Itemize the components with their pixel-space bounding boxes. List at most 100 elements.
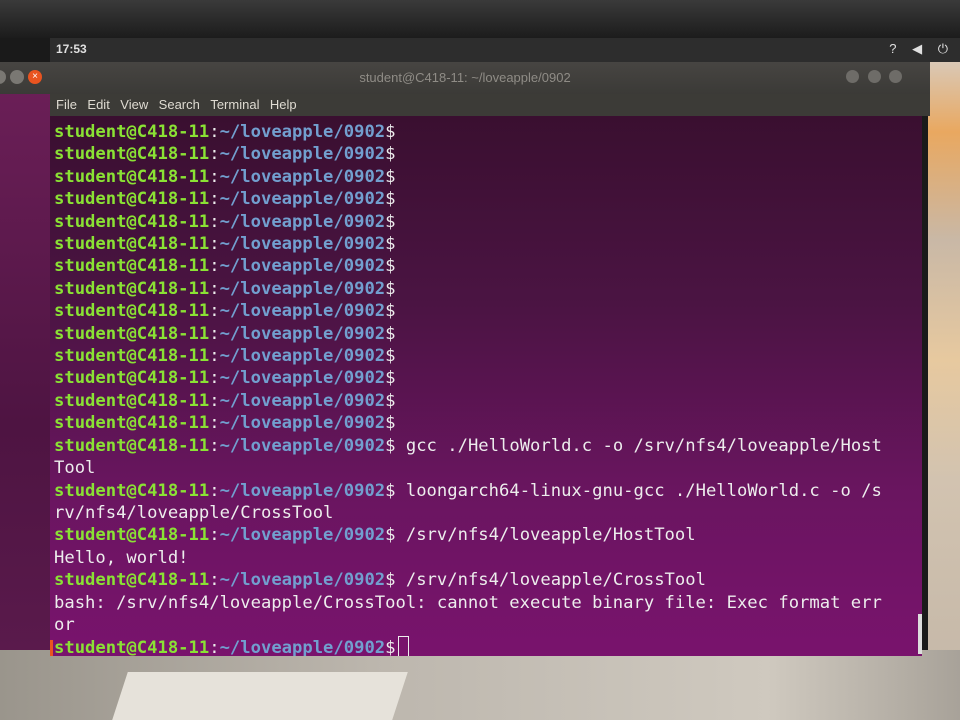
- prompt-separator: :: [209, 346, 220, 367]
- prompt-path: ~/loveapple/0902: [219, 189, 386, 210]
- output-line: rv/nfs4/loveapple/CrossTool: [54, 502, 334, 523]
- prompt-user: student@C418-11: [54, 189, 210, 210]
- prompt-line: student@C418-11:~/loveapple/0902$ gcc ./…: [54, 435, 916, 457]
- prompt-path: ~/loveapple/0902: [219, 144, 386, 165]
- prompt-line: student@C418-11:~/loveapple/0902$ loonga…: [54, 480, 916, 502]
- prompt-symbol: $: [385, 435, 396, 456]
- scrollbar[interactable]: [918, 614, 922, 654]
- prompt-user: student@C418-11: [54, 413, 210, 434]
- prompt-user: student@C418-11: [54, 368, 210, 389]
- desktop-top-bar: 17:53 ? ◀ ⏻: [50, 38, 960, 62]
- prompt-symbol: $: [385, 525, 396, 546]
- command-text: /srv/nfs4/loveapple/CrossTool: [395, 570, 706, 591]
- prompt-user: student@C418-11: [54, 525, 210, 546]
- terminal-area[interactable]: student@C418-11:~/loveapple/0902$ student…: [50, 116, 922, 656]
- line-marker: [50, 640, 53, 656]
- menu-edit[interactable]: Edit: [87, 94, 109, 116]
- prompt-path: ~/loveapple/0902: [219, 480, 386, 501]
- prompt-path: ~/loveapple/0902: [219, 234, 386, 255]
- prompt-separator: :: [209, 570, 220, 591]
- prompt-user: student@C418-11: [54, 435, 210, 456]
- prompt-line: student@C418-11:~/loveapple/0902$: [54, 121, 916, 143]
- command-text: gcc ./HelloWorld.c -o /srv/nfs4/loveappl…: [395, 435, 882, 456]
- menu-search[interactable]: Search: [159, 94, 200, 116]
- prompt-separator: :: [209, 301, 220, 322]
- menu-terminal[interactable]: Terminal: [210, 94, 259, 116]
- prompt-line: student@C418-11:~/loveapple/0902$: [54, 188, 916, 210]
- output-line: Tool: [54, 458, 96, 479]
- menu-file[interactable]: File: [56, 94, 77, 116]
- prompt-line: student@C418-11:~/loveapple/0902$: [54, 390, 916, 412]
- background-left: [0, 84, 50, 654]
- prompt-symbol: $: [385, 234, 396, 255]
- prompt-separator: :: [209, 638, 220, 656]
- terminal-output: student@C418-11:~/loveapple/0902$ student…: [54, 121, 916, 656]
- system-tray-icons[interactable]: ? ◀ ⏻: [889, 41, 954, 57]
- prompt-user: student@C418-11: [54, 211, 210, 232]
- prompt-user: student@C418-11: [54, 256, 210, 277]
- prompt-line: student@C418-11:~/loveapple/0902$: [54, 412, 916, 434]
- prompt-path: ~/loveapple/0902: [219, 638, 386, 656]
- prompt-separator: :: [209, 256, 220, 277]
- prompt-user: student@C418-11: [54, 144, 210, 165]
- prompt-separator: :: [209, 390, 220, 411]
- prompt-path: ~/loveapple/0902: [219, 390, 386, 411]
- prompt-line: student@C418-11:~/loveapple/0902$: [54, 278, 916, 300]
- prompt-path: ~/loveapple/0902: [219, 525, 386, 546]
- prompt-separator: :: [209, 480, 220, 501]
- output-line: bash: /srv/nfs4/loveapple/CrossTool: can…: [54, 592, 882, 613]
- prompt-path: ~/loveapple/0902: [219, 256, 386, 277]
- window-control-icon[interactable]: [889, 70, 902, 83]
- prompt-user: student@C418-11: [54, 638, 210, 656]
- prompt-user: student@C418-11: [54, 323, 210, 344]
- prompt-separator: :: [209, 368, 220, 389]
- monitor-bezel: [0, 0, 960, 38]
- window-control-icon[interactable]: [867, 70, 881, 83]
- menu-view[interactable]: View: [120, 94, 148, 116]
- prompt-symbol: $: [385, 166, 396, 187]
- prompt-user: student@C418-11: [54, 278, 210, 299]
- prompt-symbol: $: [385, 346, 396, 367]
- menu-help[interactable]: Help: [270, 94, 297, 116]
- prompt-line: student@C418-11:~/loveapple/0902$: [54, 636, 916, 656]
- output-line: Hello, world!: [54, 547, 189, 568]
- prompt-separator: :: [209, 189, 220, 210]
- prompt-user: student@C418-11: [54, 122, 210, 142]
- prompt-path: ~/loveapple/0902: [219, 413, 386, 434]
- window-control-icon[interactable]: [846, 70, 860, 83]
- prompt-separator: :: [209, 166, 220, 187]
- prompt-line: student@C418-11:~/loveapple/0902$: [54, 367, 916, 389]
- prompt-line: student@C418-11:~/loveapple/0902$: [54, 233, 916, 255]
- window-controls-right: [842, 70, 902, 88]
- prompt-path: ~/loveapple/0902: [219, 301, 386, 322]
- prompt-line: student@C418-11:~/loveapple/0902$: [54, 345, 916, 367]
- window-title: student@C418-11: ~/loveapple/0902: [359, 70, 571, 85]
- prompt-user: student@C418-11: [54, 301, 210, 322]
- prompt-line: student@C418-11:~/loveapple/0902$: [54, 143, 916, 165]
- prompt-symbol: $: [385, 301, 396, 322]
- prompt-user: student@C418-11: [54, 390, 210, 411]
- prompt-symbol: $: [385, 278, 396, 299]
- prompt-symbol: $: [385, 144, 396, 165]
- prompt-symbol: $: [385, 189, 396, 210]
- prompt-symbol: $: [385, 480, 396, 501]
- prompt-separator: :: [209, 211, 220, 232]
- prompt-user: student@C418-11: [54, 166, 210, 187]
- prompt-separator: :: [209, 122, 220, 142]
- cursor: [397, 636, 409, 656]
- prompt-path: ~/loveapple/0902: [219, 211, 386, 232]
- clock[interactable]: 17:53: [56, 42, 87, 56]
- prompt-separator: :: [209, 144, 220, 165]
- prompt-path: ~/loveapple/0902: [219, 122, 386, 142]
- prompt-line: student@C418-11:~/loveapple/0902$: [54, 166, 916, 188]
- prompt-symbol: $: [385, 122, 396, 142]
- command-text: loongarch64-linux-gnu-gcc ./HelloWorld.c…: [395, 480, 882, 501]
- prompt-separator: :: [209, 323, 220, 344]
- prompt-separator: :: [209, 278, 220, 299]
- prompt-separator: :: [209, 234, 220, 255]
- output-line: or: [54, 614, 75, 635]
- prompt-line: student@C418-11:~/loveapple/0902$: [54, 255, 916, 277]
- prompt-line: student@C418-11:~/loveapple/0902$: [54, 300, 916, 322]
- prompt-symbol: $: [385, 413, 396, 434]
- window-title-bar[interactable]: × student@C418-11: ~/loveapple/0902: [0, 62, 930, 94]
